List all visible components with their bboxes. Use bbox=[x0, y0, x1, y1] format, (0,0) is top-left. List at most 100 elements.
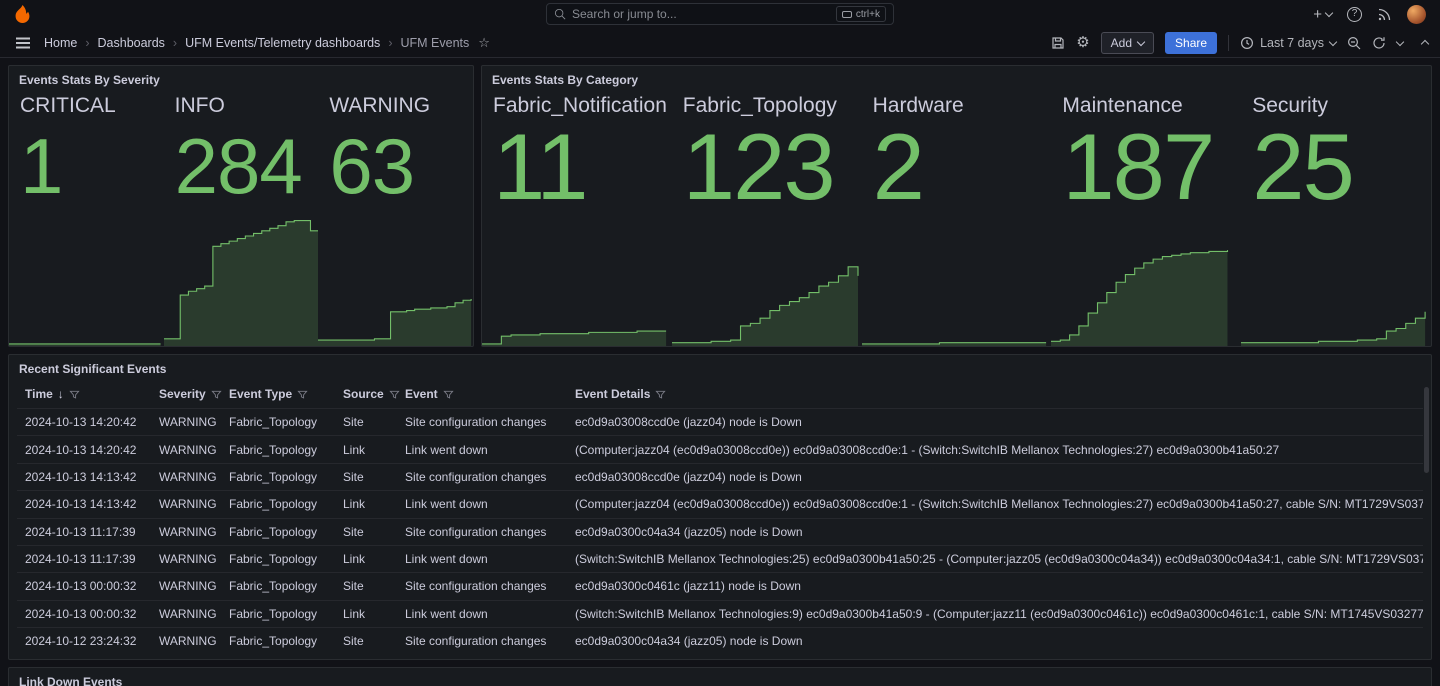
time-range-picker[interactable]: Last 7 days bbox=[1240, 36, 1336, 50]
col-header-severity[interactable]: Severity bbox=[151, 381, 221, 409]
refresh-interval-dropdown[interactable] bbox=[1396, 37, 1404, 45]
event-cell: 2024-10-13 14:20:42 bbox=[17, 409, 151, 436]
stat-warning: WARNING63 bbox=[318, 89, 473, 346]
filter-icon[interactable] bbox=[69, 389, 80, 400]
panel-title[interactable]: Events Stats By Category bbox=[482, 66, 1431, 89]
event-row: 2024-10-13 14:20:42WARNINGFabric_Topolog… bbox=[17, 436, 1423, 463]
event-cell: Link bbox=[335, 600, 397, 627]
breadcrumb-home[interactable]: Home bbox=[44, 36, 77, 50]
table-header-row: Time ↓ Severity Event Type bbox=[17, 381, 1423, 409]
breadcrumb-folder[interactable]: UFM Events/Telemetry dashboards bbox=[185, 36, 380, 50]
plus-icon: + bbox=[1313, 7, 1322, 22]
event-cell: 2024-10-13 14:13:42 bbox=[17, 463, 151, 490]
add-button[interactable]: Add bbox=[1101, 32, 1154, 54]
filter-icon[interactable] bbox=[297, 389, 308, 400]
event-cell: (Switch:SwitchIB Mellanox Technologies:9… bbox=[567, 600, 1423, 627]
breadcrumb: Home › Dashboards › UFM Events/Telemetry… bbox=[44, 36, 469, 50]
event-row: 2024-10-13 11:17:39WARNINGFabric_Topolog… bbox=[17, 545, 1423, 572]
col-header-event-type[interactable]: Event Type bbox=[221, 381, 335, 409]
table-scrollbar[interactable] bbox=[1424, 387, 1429, 473]
stat-sparkline bbox=[862, 218, 1052, 347]
event-cell: Link bbox=[335, 545, 397, 572]
chevron-down-icon bbox=[1329, 37, 1337, 45]
col-label: Event bbox=[405, 387, 438, 401]
share-button[interactable]: Share bbox=[1165, 32, 1217, 54]
news-icon[interactable] bbox=[1377, 7, 1392, 22]
col-label: Time bbox=[25, 387, 53, 401]
breadcrumb-current: UFM Events bbox=[400, 36, 469, 50]
events-table: Time ↓ Severity Event Type bbox=[9, 378, 1431, 659]
zoom-out-icon[interactable] bbox=[1347, 36, 1361, 50]
panel-recent-significant-events: Recent Significant Events Time ↓ bbox=[8, 354, 1432, 660]
stat-fabric_topology: Fabric_Topology123 bbox=[672, 89, 862, 346]
col-header-event-details[interactable]: Event Details bbox=[567, 381, 1423, 409]
user-avatar[interactable] bbox=[1407, 5, 1426, 24]
stat-value: 63 bbox=[329, 129, 462, 203]
event-cell: Site configuration changes bbox=[397, 409, 567, 436]
chevron-right-icon: › bbox=[173, 36, 177, 50]
col-header-source[interactable]: Source bbox=[335, 381, 397, 409]
col-header-time[interactable]: Time ↓ bbox=[17, 381, 151, 409]
keyboard-icon bbox=[842, 11, 852, 18]
search-bar[interactable]: ctrl+k bbox=[546, 3, 894, 25]
grafana-logo[interactable] bbox=[14, 5, 31, 23]
event-cell: Site bbox=[335, 409, 397, 436]
event-cell: (Computer:jazz04 (ec0d9a03008ccd0e)) ec0… bbox=[567, 436, 1423, 463]
panel-title[interactable]: Recent Significant Events bbox=[9, 355, 1431, 378]
event-cell: WARNING bbox=[151, 491, 221, 518]
stat-sparkline bbox=[9, 218, 164, 347]
dashboard-settings-icon[interactable]: ⚙ bbox=[1076, 35, 1089, 50]
event-cell: Site configuration changes bbox=[397, 463, 567, 490]
event-row: 2024-10-13 14:20:42WARNINGFabric_Topolog… bbox=[17, 409, 1423, 436]
stat-sparkline bbox=[672, 218, 862, 347]
stat-fabric_notification: Fabric_Notification11 bbox=[482, 89, 672, 346]
col-header-event[interactable]: Event bbox=[397, 381, 567, 409]
event-cell: Site bbox=[335, 573, 397, 600]
chevron-right-icon: › bbox=[85, 36, 89, 50]
event-cell: Site bbox=[335, 628, 397, 655]
event-row: 2024-10-13 14:13:42WARNINGFabric_Topolog… bbox=[17, 463, 1423, 490]
event-cell: Link bbox=[335, 491, 397, 518]
grafana-flame-icon bbox=[14, 5, 31, 23]
event-cell: 2024-10-13 11:17:39 bbox=[17, 545, 151, 572]
topbar-actions: + ? bbox=[1313, 5, 1426, 24]
panel-events-by-severity: Events Stats By Severity CRITICAL1INFO28… bbox=[8, 65, 474, 347]
event-cell: Site configuration changes bbox=[397, 518, 567, 545]
menu-toggle[interactable] bbox=[12, 32, 34, 54]
help-icon[interactable]: ? bbox=[1347, 7, 1362, 22]
event-cell: ec0d9a0300c0461c (jazz11) node is Down bbox=[567, 573, 1423, 600]
stat-value: 123 bbox=[683, 122, 851, 211]
filter-icon[interactable] bbox=[443, 389, 454, 400]
event-cell: 2024-10-13 00:00:32 bbox=[17, 600, 151, 627]
event-cell: (Switch:SwitchIB Mellanox Technologies:2… bbox=[567, 545, 1423, 572]
time-range-label: Last 7 days bbox=[1260, 36, 1324, 50]
panel-title[interactable]: Link Down Events bbox=[9, 668, 1431, 686]
panel-title[interactable]: Events Stats By Severity bbox=[9, 66, 473, 89]
stat-sparkline bbox=[318, 218, 473, 347]
filter-icon[interactable] bbox=[211, 389, 222, 400]
stat-sparkline bbox=[1241, 218, 1431, 347]
stat-value: 11 bbox=[493, 122, 661, 211]
refresh-icon[interactable] bbox=[1372, 36, 1386, 50]
event-cell: Fabric_Topology bbox=[221, 409, 335, 436]
breadcrumb-dashboards[interactable]: Dashboards bbox=[98, 36, 165, 50]
event-row: 2024-10-13 11:17:39WARNINGFabric_Topolog… bbox=[17, 518, 1423, 545]
event-row: 2024-10-13 00:00:32WARNINGFabric_Topolog… bbox=[17, 600, 1423, 627]
filter-icon[interactable] bbox=[655, 389, 666, 400]
event-cell: WARNING bbox=[151, 600, 221, 627]
favorite-star-icon[interactable]: ☆ bbox=[478, 35, 490, 51]
event-cell: WARNING bbox=[151, 628, 221, 655]
chevron-down-icon bbox=[1137, 37, 1145, 45]
stats-row: Events Stats By Severity CRITICAL1INFO28… bbox=[8, 65, 1432, 347]
event-row: 2024-10-12 23:24:32WARNINGFabric_Topolog… bbox=[17, 628, 1423, 655]
gear-icon: ⚙ bbox=[1076, 35, 1089, 50]
stat-value: 1 bbox=[20, 129, 153, 203]
new-menu-button[interactable]: + bbox=[1313, 7, 1332, 22]
save-dashboard-icon[interactable] bbox=[1051, 36, 1065, 50]
event-cell: Fabric_Topology bbox=[221, 436, 335, 463]
search-input[interactable] bbox=[572, 7, 830, 21]
sort-desc-icon[interactable]: ↓ bbox=[58, 387, 64, 401]
col-label: Source bbox=[343, 387, 384, 401]
filter-icon[interactable] bbox=[389, 389, 400, 400]
collapse-toolbar-icon[interactable] bbox=[1421, 40, 1429, 48]
